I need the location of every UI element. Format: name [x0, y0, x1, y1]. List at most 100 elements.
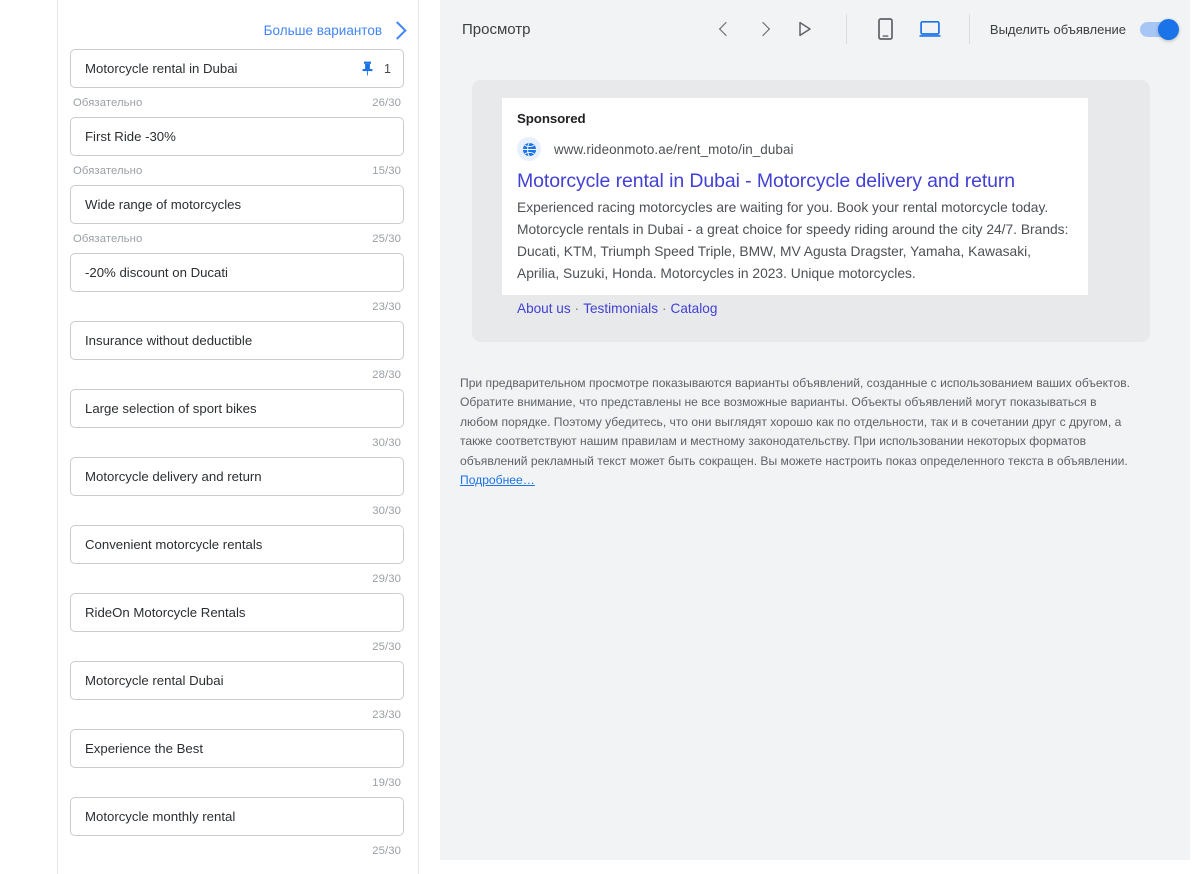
- asset-item: Experience the Best 19/30: [70, 729, 404, 797]
- asset-char-count: 19/30: [372, 776, 401, 789]
- asset-input[interactable]: Wide range of motorcycles: [70, 185, 404, 224]
- pin-icon: [362, 61, 373, 76]
- asset-item: First Ride -30% Обязательно 15/30: [70, 117, 404, 185]
- asset-input[interactable]: Insurance without deductible: [70, 321, 404, 360]
- asset-meta: Обязательно 26/30: [70, 88, 404, 117]
- asset-text: First Ride -30%: [85, 129, 176, 144]
- asset-text: Insurance without deductible: [85, 333, 253, 348]
- assets-panel: Больше вариантов Motorcycle rental in Du…: [57, 0, 419, 874]
- ad-sitelink[interactable]: Testimonials: [583, 301, 658, 316]
- asset-input[interactable]: Motorcycle delivery and return: [70, 457, 404, 496]
- asset-char-count: 30/30: [372, 504, 401, 517]
- asset-meta: Обязательно 15/30: [70, 156, 404, 185]
- asset-char-count: 25/30: [372, 640, 401, 653]
- asset-item: Motorcycle rental in Dubai 1 Обязательно 26…: [70, 49, 404, 117]
- asset-pin-count: 1: [384, 61, 391, 76]
- asset-required-label: Обязательно: [73, 232, 143, 245]
- asset-meta: 28/30: [70, 360, 404, 389]
- asset-meta: 25/30: [70, 836, 404, 865]
- asset-meta: 23/30: [70, 292, 404, 321]
- preview-next-button[interactable]: [746, 10, 784, 48]
- asset-text: Wide range of motorcycles: [85, 197, 242, 212]
- asset-meta: 29/30: [70, 564, 404, 593]
- play-triangle-icon: [799, 21, 811, 37]
- asset-char-count: 25/30: [372, 232, 401, 245]
- preview-toolbar: Просмотр Выделить объявление: [440, 0, 1190, 58]
- asset-pin-group[interactable]: 1: [361, 61, 391, 76]
- preview-prev-button[interactable]: [706, 10, 744, 48]
- asset-char-count: 30/30: [372, 436, 401, 449]
- asset-meta: 25/30: [70, 632, 404, 661]
- asset-text: Convenient motorcycle rentals: [85, 537, 263, 552]
- toolbar-divider-2: [968, 14, 970, 44]
- asset-char-count: 28/30: [372, 368, 401, 381]
- ad-url-row: www.rideonmoto.ae/rent_moto/in_dubai: [517, 137, 1072, 161]
- asset-item: Wide range of motorcycles Обязательно 25/3…: [70, 185, 404, 253]
- switch-knob: [1158, 18, 1179, 40]
- asset-meta: 30/30: [70, 428, 404, 457]
- highlight-ad-switch[interactable]: [1140, 18, 1179, 40]
- asset-input[interactable]: RideOn Motorcycle Rentals: [70, 593, 404, 632]
- ad-sitelinks: About us · Testimonials · Catalog: [502, 295, 1088, 316]
- device-mobile-button[interactable]: [867, 10, 905, 48]
- ad-sitelink[interactable]: About us: [517, 301, 571, 316]
- asset-required-label: Обязательно: [73, 96, 143, 109]
- asset-item: Motorcycle monthly rental 25/30: [70, 797, 404, 865]
- ad-description: Experienced racing motorcycles are waiti…: [517, 200, 1069, 281]
- asset-item: Convenient motorcycle rentals 29/30: [70, 525, 404, 593]
- asset-list: Motorcycle rental in Dubai 1 Обязательно 26…: [58, 49, 418, 865]
- asset-item: Motorcycle delivery and return 30/30: [70, 457, 404, 525]
- asset-text: Large selection of sport bikes: [85, 401, 257, 416]
- device-toggle-group: [855, 10, 961, 48]
- asset-text: Motorcycle rental in Dubai: [85, 61, 238, 76]
- sitelink-separator: ·: [662, 300, 667, 316]
- asset-input[interactable]: Large selection of sport bikes: [70, 389, 404, 428]
- ad-sitelink[interactable]: Catalog: [671, 301, 718, 316]
- preview-title: Просмотр: [462, 20, 531, 38]
- asset-char-count: 23/30: [372, 708, 401, 721]
- asset-text: -20% discount on Ducati: [85, 265, 228, 280]
- asset-input[interactable]: First Ride -30%: [70, 117, 404, 156]
- device-desktop-button[interactable]: [911, 10, 949, 48]
- asset-item: -20% discount on Ducati 23/30: [70, 253, 404, 321]
- ad-headline[interactable]: Motorcycle rental in Dubai - Motorcycle …: [517, 169, 1072, 194]
- asset-text: Motorcycle delivery and return: [85, 469, 262, 484]
- more-options-label: Больше вариантов: [263, 23, 382, 39]
- asset-input[interactable]: Motorcycle monthly rental: [70, 797, 404, 836]
- asset-item: Large selection of sport bikes 30/30: [70, 389, 404, 457]
- asset-input[interactable]: -20% discount on Ducati: [70, 253, 404, 292]
- asset-input[interactable]: Motorcycle rental in Dubai 1: [70, 49, 404, 88]
- more-options-link[interactable]: Больше вариантов: [263, 21, 407, 40]
- chevron-right-icon: [756, 21, 771, 37]
- asset-required-label: Обязательно: [73, 164, 143, 177]
- asset-item: RideOn Motorcycle Rentals 25/30: [70, 593, 404, 661]
- learn-more-link[interactable]: Подробнее…: [460, 473, 535, 487]
- asset-item: Insurance without deductible 28/30: [70, 321, 404, 389]
- app-root: Больше вариантов Motorcycle rental in Du…: [0, 0, 1200, 874]
- chevron-left-icon: [719, 21, 734, 37]
- mobile-phone-icon: [878, 18, 894, 40]
- asset-char-count: 15/30: [372, 164, 401, 177]
- asset-input[interactable]: Experience the Best: [70, 729, 404, 768]
- asset-meta: 30/30: [70, 496, 404, 525]
- toolbar-divider-1: [845, 14, 847, 44]
- ad-preview-card: Sponsored www.rideonmoto.ae/rent_moto/in…: [502, 98, 1088, 295]
- sponsored-label: Sponsored: [517, 111, 586, 126]
- ad-preview-container: Sponsored www.rideonmoto.ae/rent_moto/in…: [472, 80, 1150, 342]
- asset-input[interactable]: Motorcycle rental Dubai: [70, 661, 404, 700]
- ad-display-url[interactable]: www.rideonmoto.ae/rent_moto/in_dubai: [554, 142, 794, 157]
- asset-text: Motorcycle monthly rental: [85, 809, 236, 824]
- desktop-monitor-icon: [919, 20, 941, 37]
- asset-char-count: 26/30: [372, 96, 401, 109]
- asset-text: Experience the Best: [85, 741, 204, 756]
- asset-item: Motorcycle rental Dubai 23/30: [70, 661, 404, 729]
- globe-icon: [517, 137, 541, 161]
- preview-play-button[interactable]: [786, 10, 824, 48]
- asset-char-count: 25/30: [372, 844, 401, 857]
- asset-input[interactable]: Convenient motorcycle rentals: [70, 525, 404, 564]
- asset-meta: 23/30: [70, 700, 404, 729]
- preview-nav-group: [706, 10, 838, 48]
- highlight-ad-label: Выделить объявление: [989, 21, 1126, 37]
- highlight-ad-toggle-area: Выделить объявление: [978, 18, 1179, 40]
- asset-char-count: 29/30: [372, 572, 401, 585]
